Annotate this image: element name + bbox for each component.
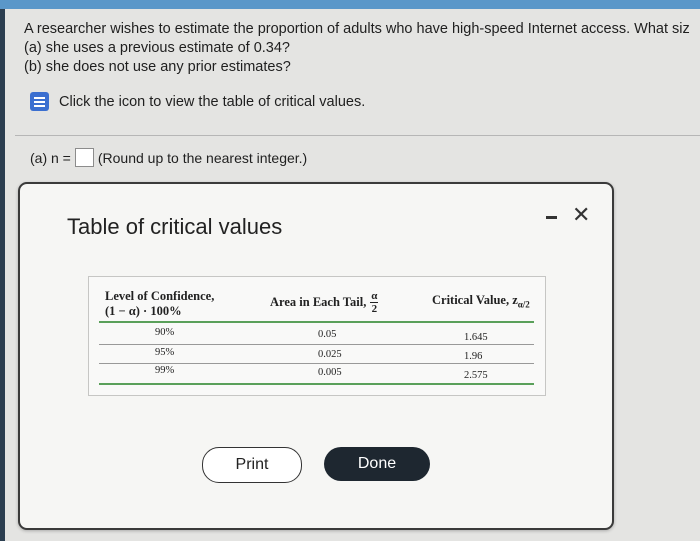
close-icon[interactable]: ✕ <box>572 204 590 226</box>
question-line-1: A researcher wishes to estimate the prop… <box>24 21 690 37</box>
answer-instruction: (Round up to the nearest integer.) <box>97 149 308 166</box>
header-critical-text: Critical Value, z <box>432 293 518 307</box>
critical-values-dialog: Table of critical values ✕ Level of Conf… <box>18 182 614 530</box>
question-line-2: (a) she uses a previous estimate of 0.34… <box>24 40 290 56</box>
header-critical-sub: α/2 <box>517 299 530 310</box>
minimize-icon[interactable] <box>546 210 560 224</box>
critical-values-table: Level of Confidence, (1 − α) · 100% Area… <box>88 276 546 396</box>
header-confidence: Level of Confidence, (1 − α) · 100% <box>105 289 214 319</box>
header-tail-text: Area in Each Tail, <box>270 295 367 309</box>
frac-numerator: α <box>371 290 378 302</box>
left-edge-bar <box>0 9 5 541</box>
header-confidence-line2: (1 − α) · 100% <box>105 304 182 318</box>
cell-critical: 2.575 <box>464 370 488 381</box>
header-tail-area: Area in Each Tail, α 2 <box>270 290 379 315</box>
frac-denominator: 2 <box>371 303 378 315</box>
done-button[interactable]: Done <box>324 447 430 481</box>
n-answer-input[interactable] <box>74 148 94 167</box>
divider <box>15 135 700 136</box>
cell-confidence: 90% <box>155 327 175 338</box>
hint-text: Click the icon to view the table of crit… <box>59 93 366 110</box>
table-hint: Click the icon to view the table of crit… <box>30 92 365 111</box>
row-rule <box>99 344 534 345</box>
cell-tail: 0.005 <box>318 367 342 378</box>
cell-critical: 1.96 <box>464 351 483 362</box>
cell-confidence: 95% <box>155 347 175 358</box>
alpha-over-two: α 2 <box>370 290 379 315</box>
top-accent-bar <box>0 0 700 9</box>
cell-tail: 0.05 <box>318 329 337 340</box>
dialog-title: Table of critical values <box>67 214 283 239</box>
row-rule <box>99 363 534 364</box>
header-rule <box>99 321 534 323</box>
answer-prefix: (a) n = <box>30 149 71 166</box>
table-bottom-rule <box>99 383 534 385</box>
cell-tail: 0.025 <box>318 349 342 360</box>
question-text: A researcher wishes to estimate the prop… <box>24 20 690 77</box>
table-icon[interactable] <box>30 92 49 111</box>
cell-critical: 1.645 <box>464 332 488 343</box>
print-button[interactable]: Print <box>202 447 302 483</box>
cell-confidence: 99% <box>155 365 175 376</box>
question-line-3: (b) she does not use any prior estimates… <box>24 59 291 75</box>
header-confidence-line1: Level of Confidence, <box>105 289 215 303</box>
answer-row: (a) n = (Round up to the nearest integer… <box>30 148 307 167</box>
header-critical-value: Critical Value, zα/2 <box>432 293 530 313</box>
